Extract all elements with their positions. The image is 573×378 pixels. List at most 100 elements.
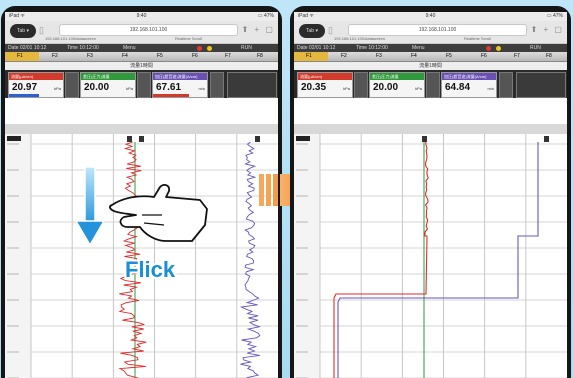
fkey-f6[interactable]: F6: [481, 52, 487, 61]
fkey-f8[interactable]: F8: [257, 52, 263, 61]
bookmarks-icon[interactable]: ▯: [328, 25, 333, 36]
time-item[interactable]: Time 10:12:00: [67, 44, 99, 52]
status-bar: iPad ᯤ 9:40 ▭ 47%: [5, 12, 278, 21]
browser-tabs: 192.168.101.100/datascreen Realtime Scro…: [45, 36, 274, 42]
channel-1-card[interactable]: 流量(μA/cm) 20.97 kPa: [8, 72, 64, 98]
tab-realtime-scroll[interactable]: Realtime Scroll: [464, 36, 491, 41]
fkey-f6[interactable]: F6: [192, 52, 198, 61]
fkey-f3[interactable]: F3: [376, 52, 382, 61]
share-icon[interactable]: ⬆ + ▢: [242, 25, 275, 34]
fkey-f7[interactable]: F7: [225, 52, 231, 61]
fkey-f3[interactable]: F3: [87, 52, 93, 61]
address-bar[interactable]: 192.168.101.100: [348, 24, 527, 36]
channel-1-unit: kPa: [54, 86, 61, 91]
time-item[interactable]: Time 10:12:00: [356, 44, 388, 52]
clock: 9:40: [425, 13, 436, 19]
channel-2-scale-control[interactable]: [137, 72, 151, 98]
channel-3-scale-control[interactable]: [499, 72, 513, 98]
red-trace: [333, 141, 429, 378]
channel-2-card[interactable]: 差圧(圧力)流量 20.00 kPa: [369, 72, 425, 98]
date-item[interactable]: Date 02/01 10:12: [8, 44, 46, 52]
date-item[interactable]: Date 02/01 10:12: [297, 44, 335, 52]
channel-3-name: 加圧(超音波)流量(A/cm): [442, 73, 496, 80]
fkey-f7[interactable]: F7: [514, 52, 520, 61]
spare-channel-slot: [516, 72, 566, 98]
tab-button[interactable]: Tab ▾: [10, 24, 36, 38]
time-axis-label-box: [296, 136, 310, 141]
menu-item[interactable]: Menu: [412, 44, 425, 52]
channel-2-card[interactable]: 差圧(圧力)流量 20.00 kPa: [80, 72, 136, 98]
panel-title: 流量1時間: [5, 62, 278, 70]
trend-chart-after[interactable]: [294, 124, 567, 378]
panel-title: 流量1時間: [294, 62, 567, 70]
time-axis-column: [5, 134, 31, 378]
run-item[interactable]: RUN: [241, 44, 252, 52]
chart-header-strip: [5, 124, 278, 134]
warning-icon: [207, 46, 212, 51]
channel-3-value: 67.61: [156, 82, 182, 93]
flick-label: Flick: [125, 257, 176, 282]
purple-trace: [337, 142, 539, 378]
purple-trace-marker: [255, 136, 260, 142]
browser-toolbar: Tab ▾ ▯ 192.168.101.100 ⬆ + ▢ 192.168.10…: [294, 21, 567, 44]
channel-3-card[interactable]: 加圧(超音波)流量(A/cm) 64.84 m/s: [441, 72, 497, 98]
channel-panel: 流量(μA/cm) 20.35 kPa 差圧(圧力)流量 20.00 kPa 加…: [294, 70, 567, 98]
channel-1-scale-control[interactable]: [354, 72, 368, 98]
fkey-f4[interactable]: F4: [122, 52, 128, 61]
run-item[interactable]: RUN: [530, 44, 541, 52]
fkey-f2[interactable]: F2: [52, 52, 58, 61]
channel-3-value: 64.84: [445, 82, 471, 93]
channel-3-unit: m/s: [487, 86, 494, 91]
channel-2-unit: kPa: [126, 86, 133, 91]
tab-datascreen[interactable]: 192.168.101.100/datascreen: [45, 36, 96, 41]
channel-1-value: 20.97: [12, 82, 38, 93]
browser-toolbar: Tab ▾ ▯ 192.168.101.100 ⬆ + ▢ 192.168.10…: [5, 21, 278, 44]
time-axis-column: [294, 134, 320, 378]
trend-chart-svg-after[interactable]: [294, 124, 567, 378]
address-bar[interactable]: 192.168.101.100: [59, 24, 238, 36]
channel-1-value: 20.35: [301, 82, 327, 93]
tablet-after: iPad ᯤ 9:40 ▭ 47% Tab ▾ ▯ 192.168.101.10…: [290, 6, 571, 378]
tab-datascreen[interactable]: 192.168.101.100/datascreen: [334, 36, 385, 41]
channel-1-level-bar: [9, 94, 39, 97]
channel-3-name: 加圧(超音波)流量(A/cm): [153, 73, 207, 80]
fkey-f1[interactable]: F1: [17, 52, 23, 61]
warning-icon: [496, 46, 501, 51]
menu-item[interactable]: Menu: [123, 44, 136, 52]
alarm-icon: [486, 46, 491, 51]
fkey-f5[interactable]: F5: [446, 52, 452, 61]
app-menu-bar: Date 02/01 10:12 Time 10:12:00 Menu RUN: [294, 44, 567, 52]
channel-3-card[interactable]: 加圧(超音波)流量(A/cm) 67.61 m/s: [152, 72, 208, 98]
spare-channel-slot: [227, 72, 277, 98]
ipad-screen-after: iPad ᯤ 9:40 ▭ 47% Tab ▾ ▯ 192.168.101.10…: [294, 12, 567, 378]
chart-header-strip: [294, 124, 567, 134]
channel-2-scale-control[interactable]: [426, 72, 440, 98]
fkey-f8[interactable]: F8: [546, 52, 552, 61]
tab-button[interactable]: Tab ▾: [299, 24, 325, 38]
channel-panel: 流量(μA/cm) 20.97 kPa 差圧(圧力)流量 20.00 kPa 加…: [5, 70, 278, 98]
function-keys: F1 F2 F3 F4 F5 F6 F7 F8: [5, 52, 278, 62]
red-trace-marker: [127, 136, 132, 142]
channel-1-card[interactable]: 流量(μA/cm) 20.35 kPa: [297, 72, 353, 98]
fkey-f1[interactable]: F1: [306, 52, 312, 61]
fkey-f2[interactable]: F2: [341, 52, 347, 61]
clock: 9:40: [136, 13, 147, 19]
bookmarks-icon[interactable]: ▯: [39, 25, 44, 36]
share-icon[interactable]: ⬆ + ▢: [531, 25, 564, 34]
channel-1-unit: kPa: [343, 86, 350, 91]
tab-realtime-scroll[interactable]: Realtime Scroll: [175, 36, 202, 41]
fkey-f4[interactable]: F4: [411, 52, 417, 61]
channel-2-value: 20.00: [84, 82, 110, 93]
channel-3-scale-control[interactable]: [210, 72, 224, 98]
channel-1-name: 流量(μA/cm): [9, 73, 63, 80]
channel-2-name: 差圧(圧力)流量: [81, 73, 135, 80]
green-trace-marker: [139, 136, 144, 142]
browser-tabs: 192.168.101.100/datascreen Realtime Scro…: [334, 36, 563, 42]
fkey-f5[interactable]: F5: [157, 52, 163, 61]
channel-1-name: 流量(μA/cm): [298, 73, 352, 80]
channel-3-unit: m/s: [198, 86, 205, 91]
channel-2-unit: kPa: [415, 86, 422, 91]
function-keys: F1 F2 F3 F4 F5 F6 F7 F8: [294, 52, 567, 62]
channel-1-scale-control[interactable]: [65, 72, 79, 98]
alarm-icon: [197, 46, 202, 51]
